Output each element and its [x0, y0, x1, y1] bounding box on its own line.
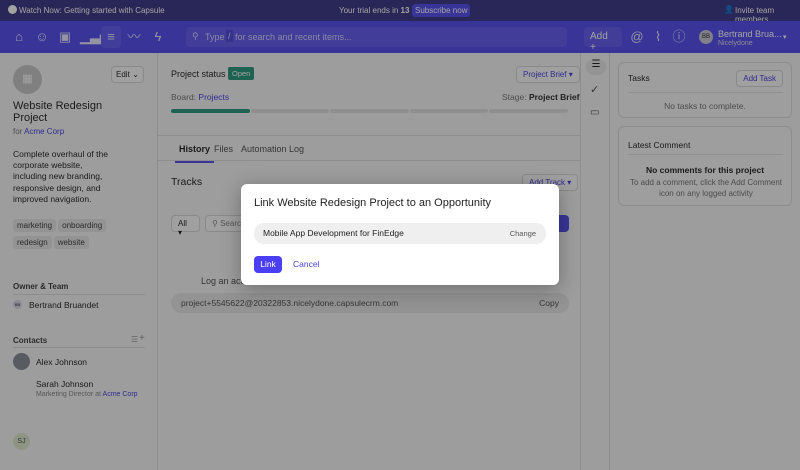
selected-opportunity: Mobile App Development for FinEdge Chang… [254, 223, 546, 244]
dialog-title: Link Website Redesign Project to an Oppo… [254, 197, 492, 209]
change-button[interactable]: Change [510, 229, 536, 238]
link-opportunity-dialog: Link Website Redesign Project to an Oppo… [241, 184, 559, 285]
opportunity-name: Mobile App Development for FinEdge [263, 228, 404, 238]
cancel-button[interactable]: Cancel [293, 259, 319, 269]
link-button[interactable]: Link [254, 256, 282, 273]
